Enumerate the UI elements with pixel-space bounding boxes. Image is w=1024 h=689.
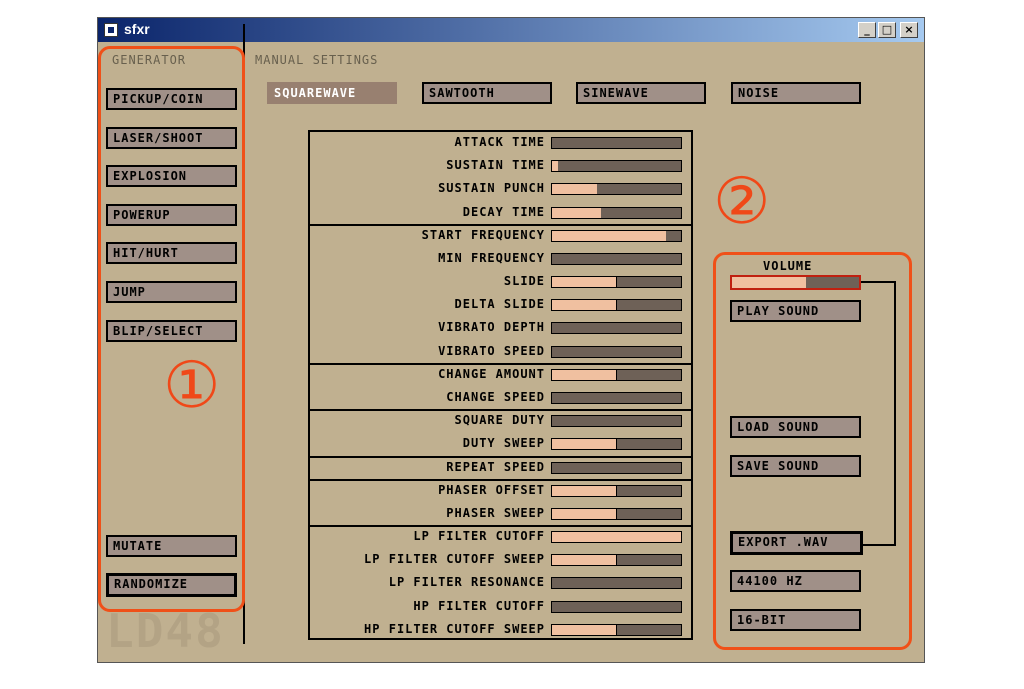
annotation-connector: [861, 281, 896, 546]
